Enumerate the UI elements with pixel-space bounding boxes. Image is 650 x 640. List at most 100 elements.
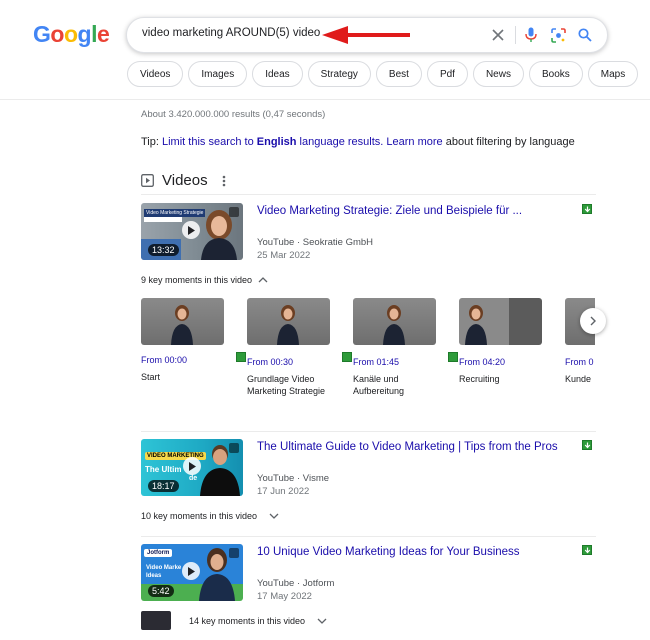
- video-title-link[interactable]: 10 Unique Video Marketing Ideas for Your…: [257, 546, 520, 558]
- result-divider: [141, 431, 596, 432]
- logo-letter: g: [77, 21, 92, 47]
- video-date: 17 Jun 2022: [257, 486, 310, 497]
- video-title-link[interactable]: The Ultimate Guide to Video Marketing | …: [257, 441, 558, 453]
- language-tip: Tip: Limit this search to English langua…: [141, 136, 575, 148]
- tip-limit-end: language results.: [296, 136, 384, 148]
- moment-timestamp-text: From 01:45: [353, 357, 400, 367]
- download-icon[interactable]: [342, 352, 352, 362]
- expand-icon[interactable]: [229, 207, 239, 217]
- presenter-figure: [383, 305, 405, 345]
- carousel-next-button[interactable]: [580, 308, 606, 334]
- video-play-icon: [141, 174, 154, 187]
- download-icon[interactable]: [582, 204, 592, 214]
- search-icon[interactable]: [576, 26, 594, 44]
- video-duration: 18:17: [148, 480, 179, 492]
- chip-maps[interactable]: Maps: [587, 61, 639, 87]
- video-duration: 5:42: [148, 585, 174, 597]
- key-moments-toggle[interactable]: 14 key moments in this video: [189, 616, 327, 626]
- play-icon[interactable]: [182, 562, 200, 580]
- chip-ideas[interactable]: Ideas: [252, 61, 303, 87]
- moment-timestamp-text: From 00:30: [247, 357, 294, 367]
- download-icon[interactable]: [236, 352, 246, 362]
- microphone-icon[interactable]: [522, 26, 540, 44]
- videos-header: Videos: [141, 172, 226, 189]
- logo-letter: G: [33, 21, 51, 47]
- key-moments-preview-thumbnail[interactable]: [141, 611, 171, 630]
- moment-label: Kunde: [565, 374, 592, 384]
- tip-suffix: about filtering by language: [442, 136, 575, 148]
- result-divider: [141, 536, 596, 537]
- video-thumbnail[interactable]: VIDEO MARKETING The Ultim de 18:17: [141, 439, 243, 496]
- moment-thumbnail[interactable]: [141, 298, 224, 345]
- moment-timestamp[interactable]: From 01:45: [342, 352, 437, 367]
- moment-thumbnail[interactable]: [353, 298, 436, 345]
- thumb-caption-2: The Ultim: [145, 465, 182, 474]
- search-box[interactable]: video marketing AROUND(5) video: [126, 17, 608, 53]
- video-source: YouTube · Jotform: [257, 578, 334, 589]
- video-title-link[interactable]: Video Marketing Strategie: Ziele und Bei…: [257, 205, 522, 217]
- header-divider: [0, 99, 650, 100]
- chip-strategy[interactable]: Strategy: [307, 61, 371, 87]
- video-source: YouTube · Seokratie GmbH: [257, 237, 373, 248]
- red-arrow-annotation: [322, 26, 410, 44]
- chevron-down-icon: [269, 513, 279, 519]
- video-thumbnail[interactable]: Video Marketing Strategie 13:32: [141, 203, 243, 260]
- video-thumbnail[interactable]: Jotform Video Marke Ideas 5:42: [141, 544, 243, 601]
- moment-thumbnail[interactable]: [247, 298, 330, 345]
- chip-best[interactable]: Best: [375, 61, 422, 87]
- moment-timestamp-text: From 04:20: [459, 357, 506, 367]
- channel-name: Seokratie GmbH: [302, 237, 374, 248]
- thumb-caption-3: Ideas: [146, 573, 162, 579]
- moment-timestamp[interactable]: From 04:20: [448, 352, 543, 367]
- logo-letter: e: [96, 21, 110, 47]
- chip-pdf[interactable]: Pdf: [426, 61, 468, 87]
- chip-images[interactable]: Images: [188, 61, 248, 87]
- video-date: 25 Mar 2022: [257, 250, 311, 261]
- logo-letter: o: [63, 21, 78, 47]
- thumb-bar: [144, 217, 182, 222]
- source-separator: ·: [294, 237, 303, 248]
- source-separator: ·: [294, 578, 303, 589]
- key-moment[interactable]: From 00:30 Grundlage Video Marketing Str…: [236, 298, 331, 397]
- play-icon[interactable]: [182, 221, 200, 239]
- key-moments-toggle[interactable]: 9 key moments in this video: [141, 275, 268, 285]
- key-moment[interactable]: From 01:45 Kanäle und Aufbereitung: [342, 298, 437, 397]
- channel-name: Jotform: [302, 578, 335, 589]
- search-input[interactable]: video marketing AROUND(5) video: [142, 27, 320, 39]
- moment-timestamp[interactable]: From 0: [565, 355, 595, 367]
- google-logo[interactable]: Google: [33, 21, 110, 48]
- thumb-caption: Jotform: [144, 549, 173, 557]
- expand-icon[interactable]: [229, 548, 239, 558]
- download-icon[interactable]: [582, 545, 592, 555]
- play-icon[interactable]: [183, 457, 201, 475]
- moment-thumbnail[interactable]: [459, 298, 542, 345]
- tip-limit-link[interactable]: Limit this search to English language re…: [162, 136, 383, 148]
- expand-icon[interactable]: [229, 443, 239, 453]
- video-date: 17 May 2022: [257, 591, 312, 602]
- key-moments-label: 10 key moments in this video: [141, 511, 258, 521]
- chevron-up-icon: [258, 277, 268, 283]
- source-separator: ·: [294, 473, 303, 484]
- key-moment[interactable]: From 04:20 Recruiting: [448, 298, 543, 385]
- section-divider: [141, 194, 596, 195]
- key-moment[interactable]: From 00:00 Start: [141, 298, 225, 383]
- chip-books[interactable]: Books: [528, 61, 583, 87]
- download-icon[interactable]: [448, 352, 458, 362]
- chip-videos[interactable]: Videos: [127, 61, 184, 87]
- clear-icon[interactable]: [489, 26, 507, 44]
- video-duration: 13:32: [148, 244, 179, 256]
- videos-heading: Videos: [162, 172, 208, 189]
- chip-news[interactable]: News: [472, 61, 524, 87]
- key-moments-toggle[interactable]: 10 key moments in this video: [141, 511, 279, 521]
- lens-icon[interactable]: [549, 26, 567, 44]
- moment-timestamp[interactable]: From 00:00: [141, 355, 225, 365]
- source-name: YouTube: [257, 237, 295, 248]
- moment-timestamp[interactable]: From 00:30: [236, 352, 331, 367]
- thumb-caption-3: de: [189, 475, 198, 482]
- learn-more-link[interactable]: Learn more: [386, 136, 442, 148]
- key-moments-label: 9 key moments in this video: [141, 275, 253, 285]
- more-options-icon[interactable]: [222, 175, 226, 187]
- download-icon[interactable]: [582, 440, 592, 450]
- moment-label: Kanäle und Aufbereitung: [353, 374, 405, 396]
- moment-timestamp-text: From 0: [565, 357, 594, 367]
